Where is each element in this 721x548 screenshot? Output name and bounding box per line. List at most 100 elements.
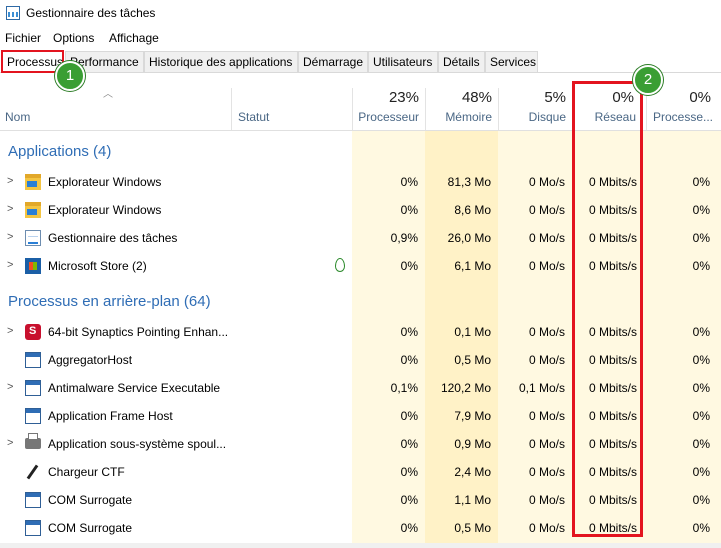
network-label: Réseau: [594, 110, 636, 124]
menu-fichier[interactable]: Fichier: [5, 29, 41, 47]
network-cell: 0 Mbits/s: [588, 465, 637, 479]
task-manager-icon: [25, 230, 41, 246]
menu-bar: Fichier Options Affichage: [0, 29, 721, 47]
gpu-cell: 0%: [692, 521, 710, 535]
gpu-cell: 0%: [692, 465, 710, 479]
ctf-pen-icon: [25, 464, 41, 480]
group-applications[interactable]: Applications (4): [0, 138, 721, 166]
network-total: 0%: [612, 89, 634, 106]
window-icon: [25, 352, 41, 368]
tab-utilisateurs[interactable]: Utilisateurs: [368, 51, 438, 72]
tab-historique[interactable]: Historique des applications: [144, 51, 298, 72]
task-manager-icon: [6, 6, 20, 20]
step-badge-1: 1: [55, 61, 85, 91]
process-row[interactable]: Chargeur CTF 0% 2,4 Mo 0 Mo/s 0 Mbits/s …: [0, 458, 721, 486]
column-network[interactable]: 0% Réseau: [572, 88, 646, 130]
network-cell: 0 Mbits/s: [588, 259, 637, 273]
chevron-right-icon[interactable]: >: [7, 259, 13, 271]
column-divider: [231, 88, 232, 130]
chevron-right-icon[interactable]: >: [7, 381, 13, 393]
sort-up-icon[interactable]: ︿: [103, 85, 113, 100]
chevron-right-icon[interactable]: >: [7, 437, 13, 449]
network-cell: 0 Mbits/s: [588, 381, 637, 395]
cpu-cell: 0%: [400, 437, 418, 451]
cpu-cell: 0,1%: [390, 381, 418, 395]
column-gpu[interactable]: 0% Processe...: [646, 88, 721, 130]
process-row[interactable]: COM Surrogate 0% 0,5 Mo 0 Mo/s 0 Mbits/s…: [0, 514, 721, 542]
gpu-cell: 0%: [692, 381, 710, 395]
disk-cell: 0 Mo/s: [528, 231, 565, 245]
process-name: Explorateur Windows: [48, 203, 162, 217]
process-name: AggregatorHost: [48, 353, 133, 367]
cpu-total: 23%: [388, 89, 419, 106]
horizontal-scrollbar[interactable]: [0, 543, 721, 548]
chevron-right-icon[interactable]: >: [7, 175, 13, 187]
cpu-cell: 0%: [400, 175, 418, 189]
disk-cell: 0 Mo/s: [528, 521, 565, 535]
column-disk[interactable]: 5% Disque: [498, 88, 572, 130]
network-cell: 0 Mbits/s: [588, 437, 637, 451]
column-name[interactable]: Nom: [5, 110, 30, 124]
chevron-right-icon[interactable]: >: [7, 325, 13, 337]
chevron-right-icon[interactable]: >: [7, 231, 13, 243]
gpu-cell: 0%: [692, 231, 710, 245]
network-cell: 0 Mbits/s: [588, 493, 637, 507]
cpu-cell: 0%: [400, 521, 418, 535]
tab-services[interactable]: Services: [485, 51, 538, 72]
gpu-cell: 0%: [692, 175, 710, 189]
column-cpu[interactable]: 23% Processeur: [352, 88, 425, 130]
title-bar: Gestionnaire des tâches: [0, 0, 721, 26]
window-title: Gestionnaire des tâches: [26, 6, 156, 20]
group-background[interactable]: Processus en arrière-plan (64): [0, 288, 721, 316]
process-row[interactable]: > Antimalware Service Executable 0,1% 12…: [0, 374, 721, 402]
process-row[interactable]: > Gestionnaire des tâches 0,9% 26,0 Mo 0…: [0, 224, 721, 252]
chevron-right-icon[interactable]: >: [7, 203, 13, 215]
process-name: 64-bit Synaptics Pointing Enhan...: [48, 325, 229, 339]
cpu-cell: 0%: [400, 259, 418, 273]
printer-icon: [25, 433, 41, 449]
column-memory[interactable]: 48% Mémoire: [425, 88, 498, 130]
process-row[interactable]: AggregatorHost 0% 0,5 Mo 0 Mo/s 0 Mbits/…: [0, 346, 721, 374]
disk-cell: 0 Mo/s: [528, 325, 565, 339]
network-cell: 0 Mbits/s: [588, 409, 637, 423]
process-name: Chargeur CTF: [48, 465, 125, 479]
gpu-label: Processe...: [652, 110, 713, 124]
memory-cell: 1,1 Mo: [454, 493, 491, 507]
process-name: COM Surrogate: [48, 493, 133, 507]
tab-processus[interactable]: Processus: [1, 50, 64, 73]
memory-cell: 0,5 Mo: [454, 521, 491, 535]
gpu-total: 0%: [689, 89, 711, 106]
memory-cell: 0,9 Mo: [454, 437, 491, 451]
menu-options[interactable]: Options: [53, 29, 94, 47]
memory-cell: 0,1 Mo: [454, 325, 491, 339]
window-icon: [25, 520, 41, 536]
cpu-label: Processeur: [358, 110, 419, 124]
cpu-cell: 0,9%: [390, 231, 418, 245]
network-cell: 0 Mbits/s: [588, 203, 637, 217]
memory-cell: 81,3 Mo: [447, 175, 491, 189]
disk-cell: 0 Mo/s: [528, 437, 565, 451]
process-row[interactable]: > Explorateur Windows 0% 8,6 Mo 0 Mo/s 0…: [0, 196, 721, 224]
efficiency-leaf-icon: [335, 258, 345, 272]
cpu-cell: 0%: [400, 493, 418, 507]
gpu-cell: 0%: [692, 437, 710, 451]
disk-cell: 0,1 Mo/s: [518, 381, 565, 395]
process-row[interactable]: > Explorateur Windows 0% 81,3 Mo 0 Mo/s …: [0, 168, 721, 196]
process-row[interactable]: > Microsoft Store (2) 0% 6,1 Mo 0 Mo/s 0…: [0, 252, 721, 280]
cpu-cell: 0%: [400, 203, 418, 217]
process-name: COM Surrogate: [48, 521, 133, 535]
synaptics-icon: [25, 324, 41, 340]
process-row[interactable]: Application Frame Host 0% 7,9 Mo 0 Mo/s …: [0, 402, 721, 430]
tab-demarrage[interactable]: Démarrage: [298, 51, 368, 72]
step-badge-2: 2: [633, 65, 663, 95]
menu-affichage[interactable]: Affichage: [109, 29, 159, 47]
process-row[interactable]: > 64-bit Synaptics Pointing Enhan... 0% …: [0, 318, 721, 346]
gpu-cell: 0%: [692, 493, 710, 507]
process-name: Explorateur Windows: [48, 175, 162, 189]
process-row[interactable]: COM Surrogate 0% 1,1 Mo 0 Mo/s 0 Mbits/s…: [0, 486, 721, 514]
column-status[interactable]: Statut: [238, 110, 269, 124]
process-row[interactable]: > Application sous-système spoul... 0% 0…: [0, 430, 721, 458]
tab-details[interactable]: Détails: [438, 51, 485, 72]
network-cell: 0 Mbits/s: [588, 231, 637, 245]
disk-cell: 0 Mo/s: [528, 353, 565, 367]
